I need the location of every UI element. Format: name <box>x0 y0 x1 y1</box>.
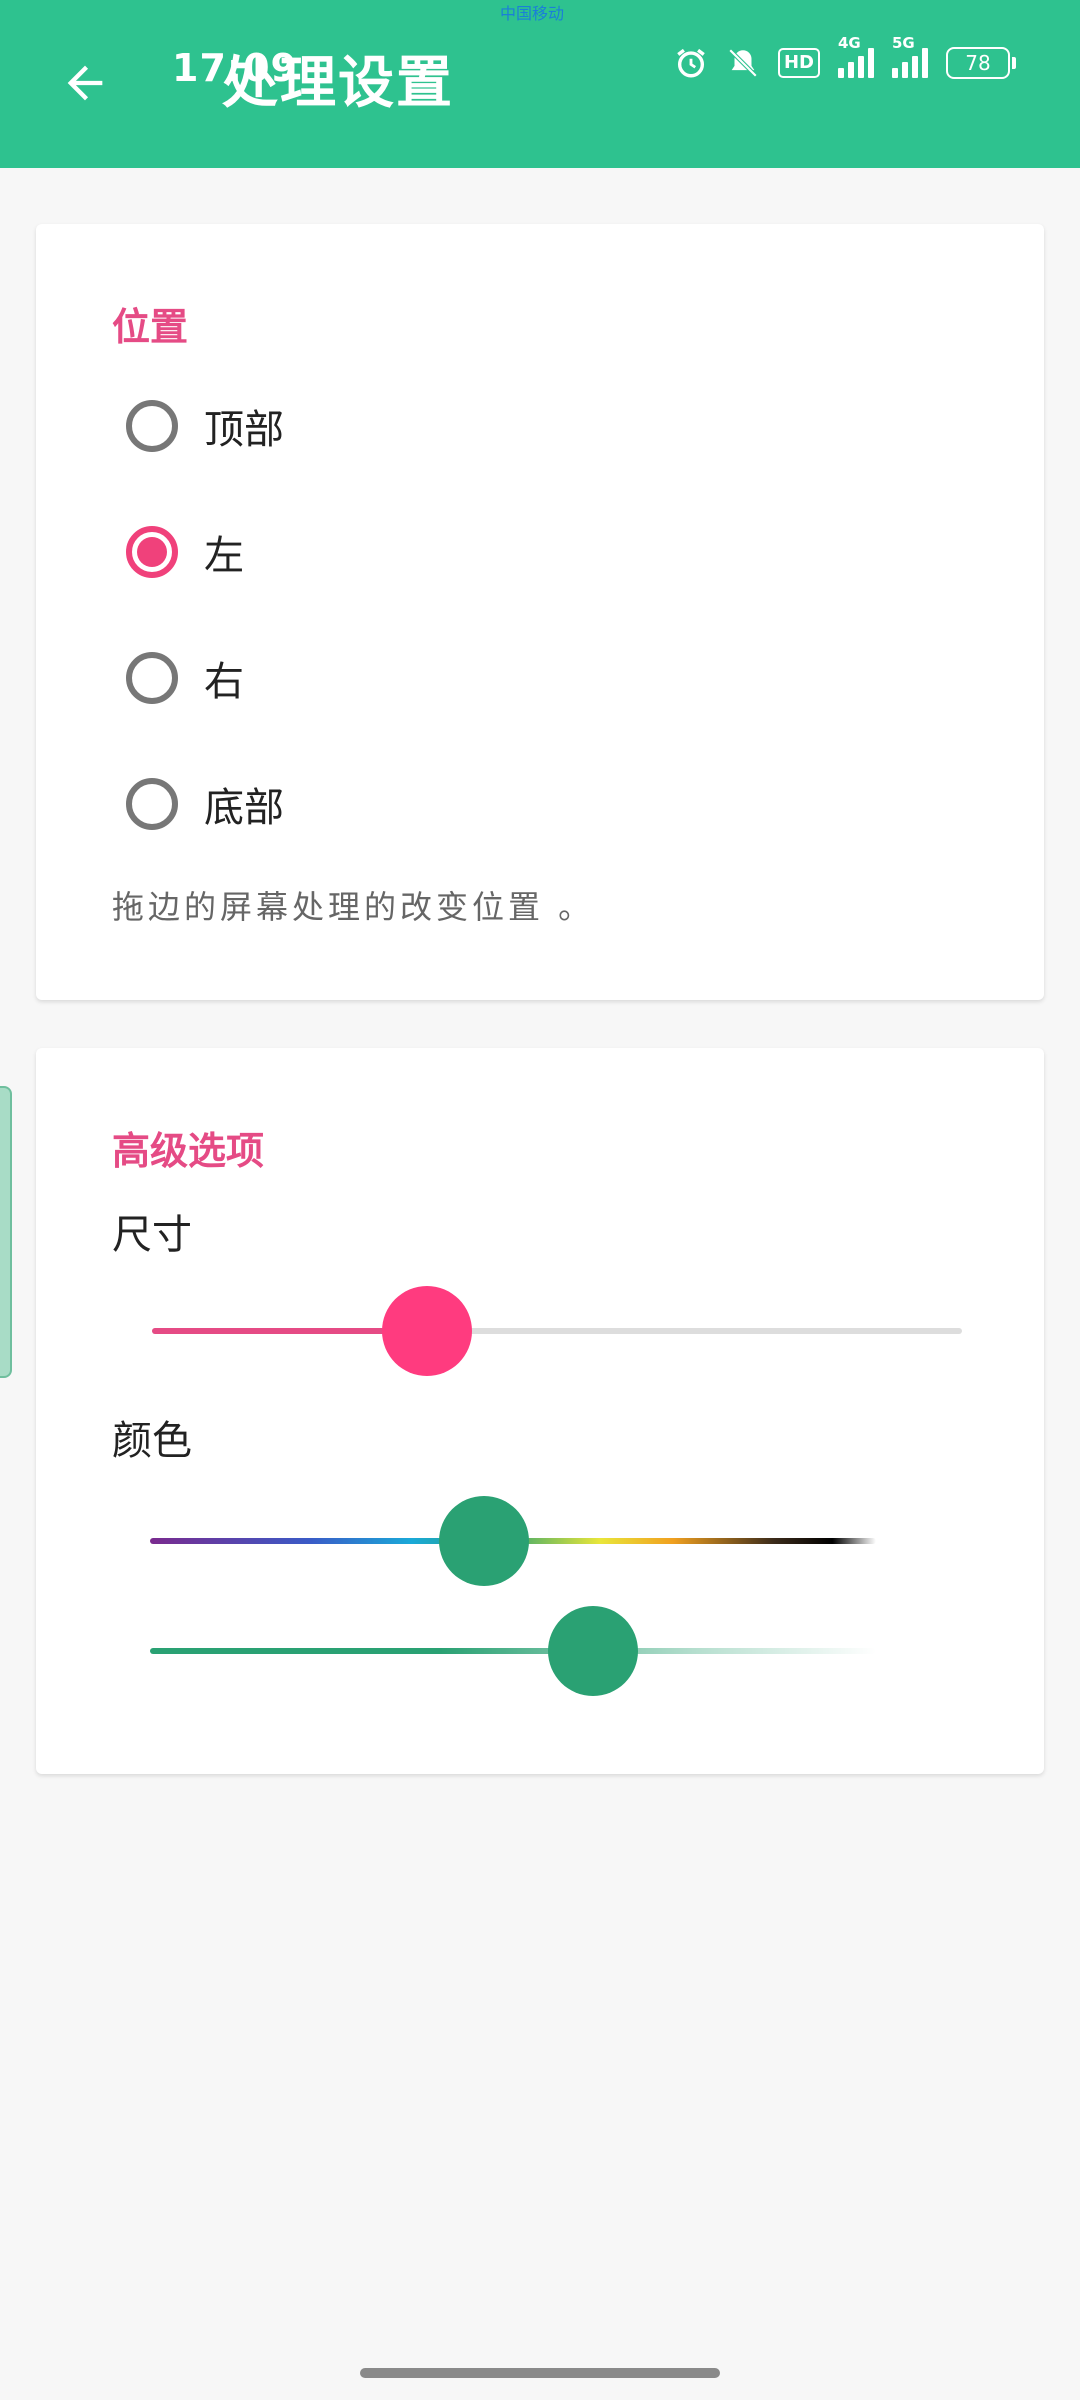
position-helper-text: 拖边的屏幕处理的改变位置 。 <box>112 888 595 926</box>
back-button[interactable] <box>50 48 120 118</box>
radio-left[interactable]: 左 <box>126 512 244 592</box>
alpha-slider-track <box>150 1648 876 1654</box>
radio-bottom[interactable]: 底部 <box>126 764 284 844</box>
radio-label-right: 右 <box>204 659 244 705</box>
signal-4g-icon: 4G <box>838 34 874 78</box>
radio-button[interactable] <box>126 778 178 830</box>
battery-level: 78 <box>965 51 991 75</box>
alpha-slider[interactable] <box>150 1606 876 1696</box>
alarm-icon <box>677 48 705 78</box>
signal-5g-icon: 5G <box>892 34 928 78</box>
alpha-slider-thumb[interactable] <box>547 1606 638 1696</box>
color-label: 颜色 <box>112 1418 192 1464</box>
radio-button[interactable] <box>126 652 178 704</box>
arrow-left-icon <box>67 65 103 101</box>
hd-voice-icon: HD <box>777 48 820 78</box>
advanced-card: 高级选项 尺寸 颜色 <box>36 1048 1044 1774</box>
size-slider-thumb[interactable] <box>382 1286 473 1376</box>
app-bar: 中国移动 17:09 处理设置 HD 4G 5G 78 <box>0 0 1080 168</box>
battery-icon: 78 <box>946 47 1016 79</box>
position-section-title: 位置 <box>112 304 189 349</box>
edge-handle-preview[interactable] <box>0 1086 12 1378</box>
radio-label-top: 顶部 <box>204 407 284 453</box>
status-icons: HD 4G 5G 78 <box>674 34 1016 80</box>
hue-slider[interactable] <box>150 1496 876 1586</box>
radio-button[interactable] <box>126 400 178 452</box>
radio-top[interactable]: 顶部 <box>126 386 284 466</box>
size-slider[interactable] <box>152 1286 962 1376</box>
advanced-section-title: 高级选项 <box>112 1128 265 1173</box>
radio-label-bottom: 底部 <box>204 785 284 831</box>
radio-label-left: 左 <box>204 533 244 579</box>
carrier-label: 中国移动 <box>500 4 565 23</box>
page-title: 处理设置 <box>222 50 454 116</box>
gesture-nav-bar[interactable] <box>360 2368 720 2378</box>
radio-button-checked[interactable] <box>126 526 178 578</box>
bell-muted-icon <box>728 48 758 78</box>
size-label: 尺寸 <box>112 1212 192 1258</box>
position-card: 位置 顶部 左 右 底部 拖边的屏幕处理的改变位置 。 <box>36 224 1044 1000</box>
radio-right[interactable]: 右 <box>126 638 244 718</box>
hue-slider-thumb[interactable] <box>438 1496 529 1586</box>
